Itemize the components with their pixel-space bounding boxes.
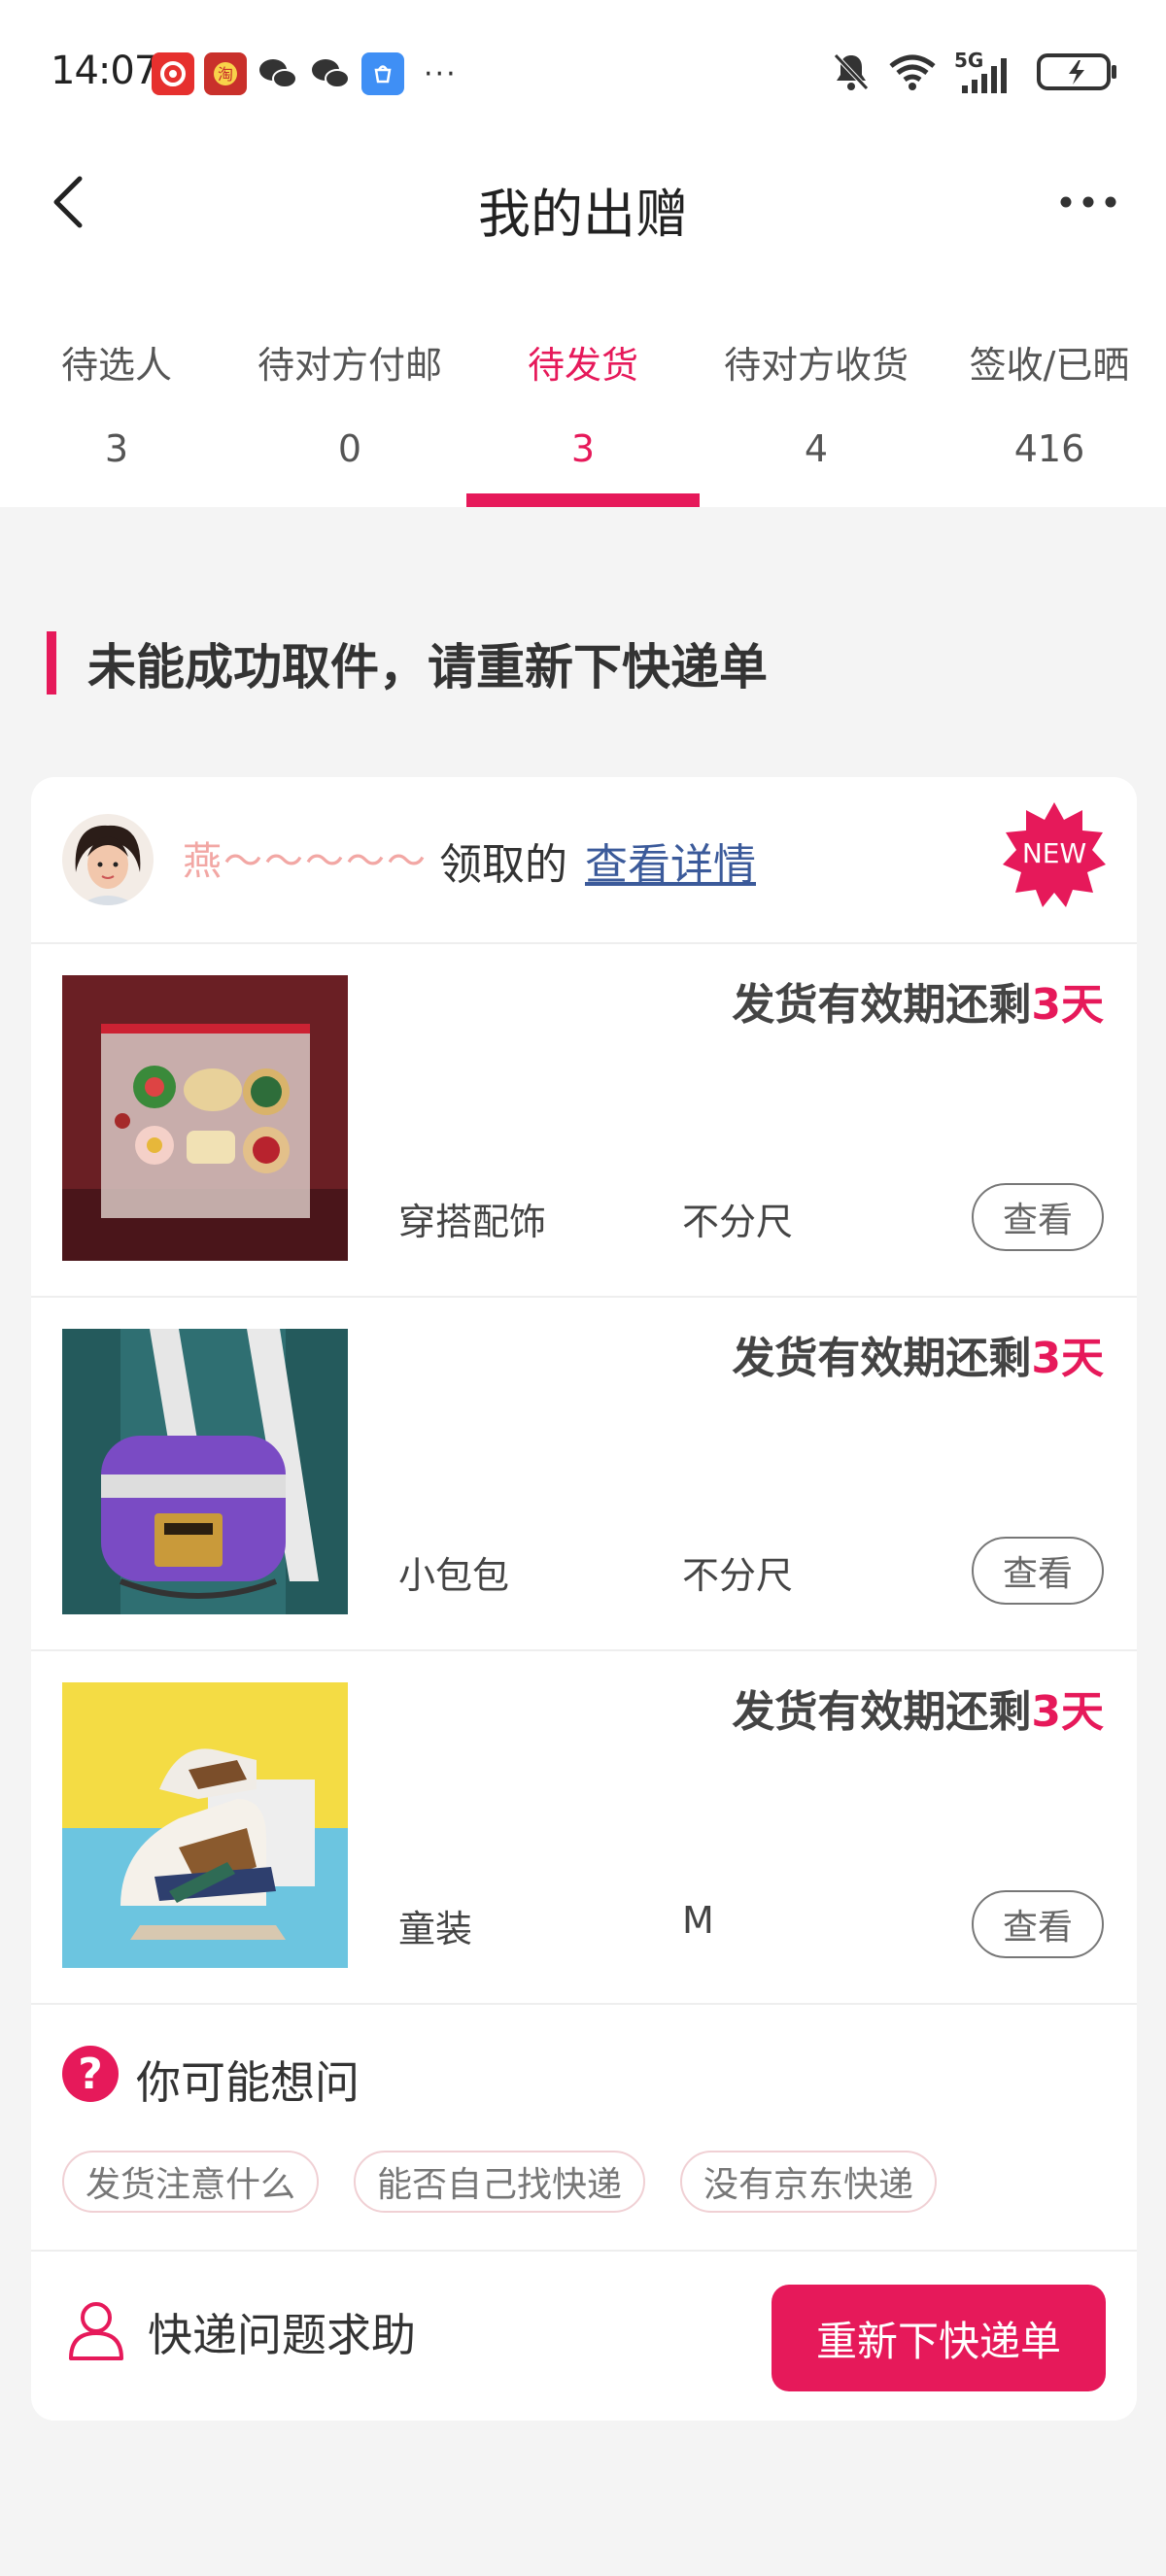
status-more-dots: ··· xyxy=(424,56,458,91)
tab-pending-receipt[interactable]: 待对方收货 4 xyxy=(700,257,933,507)
faq-chip[interactable]: 发货注意什么 xyxy=(62,2151,320,2213)
nav-header: 我的出赠 xyxy=(0,146,1166,257)
more-dots-icon xyxy=(1060,196,1116,207)
tab-count: 4 xyxy=(804,427,829,470)
taobao-icon: 淘 xyxy=(204,52,247,95)
faq-title: 你可能想问 xyxy=(136,2056,360,2109)
item-category: 穿搭配饰 xyxy=(398,1201,547,1243)
view-item-button[interactable]: 查看 xyxy=(972,1537,1104,1605)
tab-received[interactable]: 签收/已晒 416 xyxy=(933,257,1166,507)
view-details-link[interactable]: 查看详情 xyxy=(585,830,756,892)
tab-label: 签收/已晒 xyxy=(969,344,1130,387)
order-card: 燕～～～～～ 领取的 查看详情 NEW 发货有效期还剩3天 穿搭配饰 不分尺 查… xyxy=(31,777,1137,2421)
gift-item: 发货有效期还剩3天 童装 M 查看 xyxy=(31,1651,1137,2005)
help-row: 快递问题求助 重新下快递单 xyxy=(31,2252,1137,2421)
item-thumbnail[interactable] xyxy=(62,975,348,1261)
tab-pending-postage[interactable]: 待对方付邮 0 xyxy=(233,257,466,507)
status-app-icons: 淘 ··· xyxy=(152,52,458,95)
tab-count: 416 xyxy=(1013,427,1085,470)
tab-pending-shipment[interactable]: 待发货 3 xyxy=(466,257,700,507)
pinduoduo-icon xyxy=(152,52,194,95)
deadline-days: 3天 xyxy=(1031,980,1104,1030)
status-tabs: 待选人 3 待对方付邮 0 待发货 3 待对方收货 4 签收/已晒 416 xyxy=(0,257,1166,507)
battery-icon xyxy=(1036,51,1119,97)
active-tab-indicator xyxy=(466,493,700,507)
status-indicators: 5G xyxy=(832,49,1119,97)
wifi-icon xyxy=(888,52,937,95)
item-size: 不分尺 xyxy=(682,1554,794,1597)
avatar[interactable] xyxy=(62,814,154,905)
user-icon xyxy=(69,2302,123,2360)
item-thumbnail[interactable] xyxy=(62,1682,348,1968)
courier-help-link[interactable]: 快递问题求助 xyxy=(148,2300,416,2364)
status-time: 14:07 xyxy=(51,49,158,93)
tab-label: 待对方付邮 xyxy=(257,344,442,387)
wechat-icon xyxy=(309,52,352,95)
tab-count: 0 xyxy=(337,427,362,470)
question-icon: ? xyxy=(62,2046,119,2102)
deadline-prefix: 发货有效期还剩 xyxy=(732,1334,1032,1383)
tab-label: 待对方收货 xyxy=(723,344,909,387)
page-title: 我的出赠 xyxy=(478,184,688,245)
faq-chip[interactable]: 能否自己找快递 xyxy=(354,2151,646,2213)
tab-label: 待选人 xyxy=(60,344,172,387)
notice-accent-bar xyxy=(47,631,56,695)
shipping-deadline: 发货有效期还剩3天 xyxy=(732,1323,1104,1385)
tab-pending-select[interactable]: 待选人 3 xyxy=(0,257,233,507)
faq-chip[interactable]: 没有京东快递 xyxy=(680,2151,938,2213)
pickup-failed-notice: 未能成功取件，请重新下快递单 xyxy=(47,631,768,695)
tab-count: 3 xyxy=(104,427,129,470)
deadline-prefix: 发货有效期还剩 xyxy=(732,1687,1032,1737)
app-store-icon xyxy=(361,52,404,95)
tab-count: 3 xyxy=(570,427,596,470)
status-bar: 14:07 淘 ··· 5G xyxy=(0,0,1166,146)
more-button[interactable] xyxy=(1049,175,1127,228)
item-category: 童装 xyxy=(398,1908,473,1950)
gift-item: 发货有效期还剩3天 小包包 不分尺 查看 xyxy=(31,1298,1137,1651)
deadline-days: 3天 xyxy=(1031,1334,1104,1383)
notice-text: 未能成功取件，请重新下快递单 xyxy=(87,638,768,695)
reorder-courier-button[interactable]: 重新下快递单 xyxy=(772,2285,1106,2391)
new-badge-label: NEW xyxy=(1021,837,1087,869)
view-item-button[interactable]: 查看 xyxy=(972,1183,1104,1251)
bell-muted-icon xyxy=(832,51,871,96)
new-badge: NEW xyxy=(1001,800,1108,907)
item-category: 小包包 xyxy=(398,1554,510,1597)
tab-label: 待发货 xyxy=(527,344,638,387)
faq-section: ? 你可能想问 发货注意什么 能否自己找快递 没有京东快递 xyxy=(31,2005,1137,2252)
item-thumbnail[interactable] xyxy=(62,1329,348,1614)
view-item-button[interactable]: 查看 xyxy=(972,1890,1104,1958)
item-size: 不分尺 xyxy=(682,1201,794,1243)
shipping-deadline: 发货有效期还剩3天 xyxy=(732,969,1104,1032)
item-size: M xyxy=(682,1899,714,1942)
faq-chip-list: 发货注意什么 能否自己找快递 没有京东快递 xyxy=(62,2151,938,2213)
deadline-days: 3天 xyxy=(1031,1687,1104,1737)
gift-item: 发货有效期还剩3天 穿搭配饰 不分尺 查看 xyxy=(31,944,1137,1298)
deadline-prefix: 发货有效期还剩 xyxy=(732,980,1032,1030)
receiver-name: 燕～～～～～ xyxy=(183,839,428,884)
cellular-signal-icon: 5G xyxy=(954,49,1018,95)
order-card-header: 燕～～～～～ 领取的 查看详情 NEW xyxy=(31,777,1137,944)
shipping-deadline: 发货有效期还剩3天 xyxy=(732,1677,1104,1739)
svg-text:淘: 淘 xyxy=(218,65,233,84)
wechat-icon xyxy=(257,52,299,95)
claimed-label: 领取的 xyxy=(439,840,567,890)
